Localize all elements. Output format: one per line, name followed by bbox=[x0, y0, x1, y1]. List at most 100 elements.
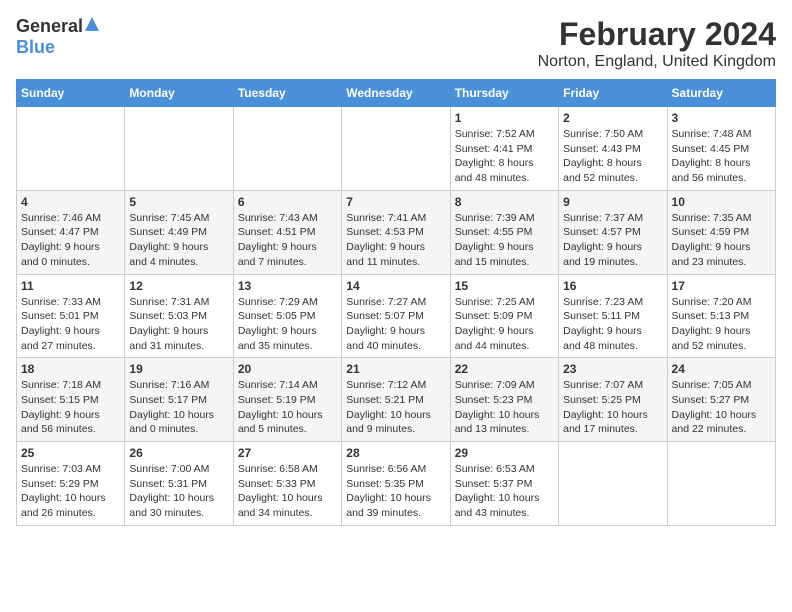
week-row-2: 11 Sunrise: 7:33 AM Sunset: 5:01 PM Dayli… bbox=[17, 274, 776, 358]
calendar-cell: 23 Sunrise: 7:07 AM Sunset: 5:25 PM Dayli… bbox=[559, 358, 667, 442]
day-number: 24 bbox=[672, 362, 771, 376]
day-info: Sunrise: 6:53 AM Sunset: 5:37 PM Dayligh… bbox=[455, 462, 554, 521]
calendar-cell: 16 Sunrise: 7:23 AM Sunset: 5:11 PM Dayli… bbox=[559, 274, 667, 358]
day-info: Sunrise: 7:31 AM Sunset: 5:03 PM Dayligh… bbox=[129, 295, 228, 354]
calendar-cell: 3 Sunrise: 7:48 AM Sunset: 4:45 PM Daylig… bbox=[667, 107, 775, 191]
day-number: 29 bbox=[455, 446, 554, 460]
day-number: 3 bbox=[672, 111, 771, 125]
day-number: 16 bbox=[563, 279, 662, 293]
day-number: 19 bbox=[129, 362, 228, 376]
day-number: 12 bbox=[129, 279, 228, 293]
calendar-cell: 13 Sunrise: 7:29 AM Sunset: 5:05 PM Dayli… bbox=[233, 274, 341, 358]
day-number: 6 bbox=[238, 195, 337, 209]
weekday-header-wednesday: Wednesday bbox=[342, 80, 450, 107]
day-info: Sunrise: 7:39 AM Sunset: 4:55 PM Dayligh… bbox=[455, 211, 554, 270]
day-info: Sunrise: 7:16 AM Sunset: 5:17 PM Dayligh… bbox=[129, 378, 228, 437]
day-number: 2 bbox=[563, 111, 662, 125]
day-info: Sunrise: 7:29 AM Sunset: 5:05 PM Dayligh… bbox=[238, 295, 337, 354]
calendar-cell: 2 Sunrise: 7:50 AM Sunset: 4:43 PM Daylig… bbox=[559, 107, 667, 191]
calendar-cell: 20 Sunrise: 7:14 AM Sunset: 5:19 PM Dayli… bbox=[233, 358, 341, 442]
day-info: Sunrise: 7:12 AM Sunset: 5:21 PM Dayligh… bbox=[346, 378, 445, 437]
calendar-cell bbox=[342, 107, 450, 191]
day-info: Sunrise: 7:07 AM Sunset: 5:25 PM Dayligh… bbox=[563, 378, 662, 437]
day-number: 28 bbox=[346, 446, 445, 460]
day-number: 8 bbox=[455, 195, 554, 209]
day-number: 25 bbox=[21, 446, 120, 460]
calendar-cell: 15 Sunrise: 7:25 AM Sunset: 5:09 PM Dayli… bbox=[450, 274, 558, 358]
day-number: 1 bbox=[455, 111, 554, 125]
calendar-cell: 12 Sunrise: 7:31 AM Sunset: 5:03 PM Dayli… bbox=[125, 274, 233, 358]
day-info: Sunrise: 7:05 AM Sunset: 5:27 PM Dayligh… bbox=[672, 378, 771, 437]
day-number: 9 bbox=[563, 195, 662, 209]
day-number: 22 bbox=[455, 362, 554, 376]
day-info: Sunrise: 7:45 AM Sunset: 4:49 PM Dayligh… bbox=[129, 211, 228, 270]
calendar-cell: 22Sunrise: 7:09 AM Sunset: 5:23 PM Dayli… bbox=[450, 358, 558, 442]
calendar-cell: 8 Sunrise: 7:39 AM Sunset: 4:55 PM Daylig… bbox=[450, 190, 558, 274]
calendar-cell: 11 Sunrise: 7:33 AM Sunset: 5:01 PM Dayli… bbox=[17, 274, 125, 358]
calendar-cell: 14 Sunrise: 7:27 AM Sunset: 5:07 PM Dayli… bbox=[342, 274, 450, 358]
day-info: Sunrise: 7:46 AM Sunset: 4:47 PM Dayligh… bbox=[21, 211, 120, 270]
weekday-header-monday: Monday bbox=[125, 80, 233, 107]
calendar-cell: 4 Sunrise: 7:46 AM Sunset: 4:47 PM Daylig… bbox=[17, 190, 125, 274]
calendar-cell: 5 Sunrise: 7:45 AM Sunset: 4:49 PM Daylig… bbox=[125, 190, 233, 274]
day-number: 21 bbox=[346, 362, 445, 376]
week-row-3: 18 Sunrise: 7:18 AM Sunset: 5:15 PM Dayli… bbox=[17, 358, 776, 442]
day-info: Sunrise: 7:25 AM Sunset: 5:09 PM Dayligh… bbox=[455, 295, 554, 354]
day-info: Sunrise: 7:27 AM Sunset: 5:07 PM Dayligh… bbox=[346, 295, 445, 354]
weekday-header-thursday: Thursday bbox=[450, 80, 558, 107]
calendar-cell: 29 Sunrise: 6:53 AM Sunset: 5:37 PM Dayli… bbox=[450, 442, 558, 526]
day-info: Sunrise: 7:48 AM Sunset: 4:45 PM Dayligh… bbox=[672, 127, 771, 186]
week-row-0: 1 Sunrise: 7:52 AM Sunset: 4:41 PM Daylig… bbox=[17, 107, 776, 191]
day-info: Sunrise: 7:00 AM Sunset: 5:31 PM Dayligh… bbox=[129, 462, 228, 521]
day-number: 26 bbox=[129, 446, 228, 460]
weekday-header-friday: Friday bbox=[559, 80, 667, 107]
day-info: Sunrise: 7:33 AM Sunset: 5:01 PM Dayligh… bbox=[21, 295, 120, 354]
day-info: Sunrise: 7:43 AM Sunset: 4:51 PM Dayligh… bbox=[238, 211, 337, 270]
calendar-cell: 7Sunrise: 7:41 AM Sunset: 4:53 PM Daylig… bbox=[342, 190, 450, 274]
day-number: 5 bbox=[129, 195, 228, 209]
day-number: 4 bbox=[21, 195, 120, 209]
day-number: 17 bbox=[672, 279, 771, 293]
day-info: Sunrise: 7:41 AM Sunset: 4:53 PM Dayligh… bbox=[346, 211, 445, 270]
calendar-cell: 27 Sunrise: 6:58 AM Sunset: 5:33 PM Dayli… bbox=[233, 442, 341, 526]
day-number: 27 bbox=[238, 446, 337, 460]
calendar-cell: 17 Sunrise: 7:20 AM Sunset: 5:13 PM Dayli… bbox=[667, 274, 775, 358]
day-info: Sunrise: 7:23 AM Sunset: 5:11 PM Dayligh… bbox=[563, 295, 662, 354]
day-number: 15 bbox=[455, 279, 554, 293]
week-row-1: 4 Sunrise: 7:46 AM Sunset: 4:47 PM Daylig… bbox=[17, 190, 776, 274]
day-info: Sunrise: 6:56 AM Sunset: 5:35 PM Dayligh… bbox=[346, 462, 445, 521]
weekday-header-sunday: Sunday bbox=[17, 80, 125, 107]
logo-blue-text: Blue bbox=[16, 37, 55, 57]
calendar-cell: 26 Sunrise: 7:00 AM Sunset: 5:31 PM Dayli… bbox=[125, 442, 233, 526]
day-info: Sunrise: 7:37 AM Sunset: 4:57 PM Dayligh… bbox=[563, 211, 662, 270]
day-number: 20 bbox=[238, 362, 337, 376]
title-area: February 2024 Norton, England, United Ki… bbox=[538, 16, 776, 71]
weekday-header-row: SundayMondayTuesdayWednesdayThursdayFrid… bbox=[17, 80, 776, 107]
calendar-cell: 10 Sunrise: 7:35 AM Sunset: 4:59 PM Dayli… bbox=[667, 190, 775, 274]
day-info: Sunrise: 7:20 AM Sunset: 5:13 PM Dayligh… bbox=[672, 295, 771, 354]
day-number: 10 bbox=[672, 195, 771, 209]
calendar-cell bbox=[17, 107, 125, 191]
day-info: Sunrise: 7:52 AM Sunset: 4:41 PM Dayligh… bbox=[455, 127, 554, 186]
calendar-cell: 28 Sunrise: 6:56 AM Sunset: 5:35 PM Dayli… bbox=[342, 442, 450, 526]
location: Norton, England, United Kingdom bbox=[538, 53, 776, 71]
day-info: Sunrise: 6:58 AM Sunset: 5:33 PM Dayligh… bbox=[238, 462, 337, 521]
calendar-cell: 24 Sunrise: 7:05 AM Sunset: 5:27 PM Dayli… bbox=[667, 358, 775, 442]
day-info: Sunrise: 7:50 AM Sunset: 4:43 PM Dayligh… bbox=[563, 127, 662, 186]
day-info: Sunrise: 7:14 AM Sunset: 5:19 PM Dayligh… bbox=[238, 378, 337, 437]
calendar-cell: 9 Sunrise: 7:37 AM Sunset: 4:57 PM Daylig… bbox=[559, 190, 667, 274]
day-number: 14 bbox=[346, 279, 445, 293]
day-info: Sunrise: 7:35 AM Sunset: 4:59 PM Dayligh… bbox=[672, 211, 771, 270]
day-number: 18 bbox=[21, 362, 120, 376]
header: General Blue February 2024 Norton, Engla… bbox=[16, 16, 776, 71]
day-number: 23 bbox=[563, 362, 662, 376]
calendar-cell bbox=[233, 107, 341, 191]
logo-triangle-icon bbox=[85, 17, 99, 36]
calendar-cell bbox=[559, 442, 667, 526]
calendar: SundayMondayTuesdayWednesdayThursdayFrid… bbox=[16, 79, 776, 526]
day-info: Sunrise: 7:18 AM Sunset: 5:15 PM Dayligh… bbox=[21, 378, 120, 437]
day-number: 13 bbox=[238, 279, 337, 293]
day-number: 11 bbox=[21, 279, 120, 293]
logo: General Blue bbox=[16, 16, 99, 58]
logo-general-text: General bbox=[16, 16, 83, 37]
